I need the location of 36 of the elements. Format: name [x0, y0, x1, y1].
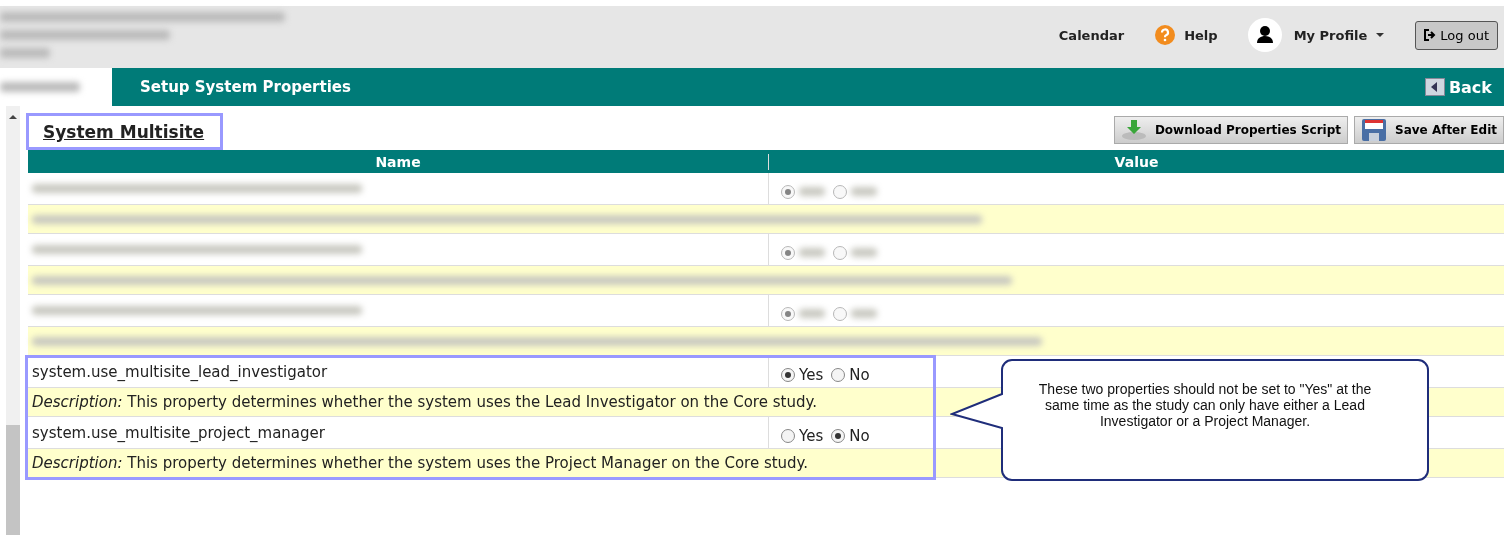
property-description: Description: This property determines whether the system uses the Lead Investigator on the Core study.: [32, 393, 817, 411]
help-icon[interactable]: [1154, 24, 1177, 46]
back-button[interactable]: Back: [1418, 76, 1498, 98]
help-link[interactable]: Help: [1184, 27, 1218, 43]
page-title: Setup System Properties: [140, 78, 352, 96]
property-name: system.use_multisite_project_manager: [32, 423, 325, 442]
save-button[interactable]: Save After Edit: [1354, 116, 1504, 144]
radio-option[interactable]: [833, 306, 877, 321]
radio-option[interactable]: [781, 245, 825, 260]
scroll-thumb[interactable]: [6, 425, 20, 535]
radio-option[interactable]: No: [831, 365, 870, 384]
scroll-up-icon[interactable]: [9, 114, 17, 120]
callout-text: These two properties should not be set to "Yes" at the same time as the study can only have either a Lead Investigator or a Project Manager.: [1037, 381, 1373, 429]
download-button[interactable]: Download Properties Script: [1113, 116, 1348, 144]
calendar-link[interactable]: Calendar: [1058, 27, 1125, 43]
download-icon: [1120, 119, 1147, 141]
section-title: System Multisite: [43, 122, 205, 142]
column-header: Value: [768, 153, 1504, 170]
radio-option[interactable]: Yes: [781, 365, 824, 384]
logout-icon: [1424, 29, 1437, 41]
logout-button[interactable]: Log out: [1415, 20, 1498, 50]
blurred-tab[interactable]: [0, 82, 80, 92]
profile-menu[interactable]: My Profile: [1293, 27, 1368, 43]
avatar-icon[interactable]: [1247, 18, 1282, 52]
property-name: system.use_multisite_lead_investigator: [32, 362, 328, 381]
radio-option[interactable]: [833, 184, 877, 199]
radio-option[interactable]: No: [831, 426, 870, 445]
property-description: Description: This property determines whether the system uses the Project Manager on the Core study.: [32, 454, 809, 472]
scrollbar[interactable]: [6, 106, 20, 535]
radio-option[interactable]: [781, 184, 825, 199]
column-header: Name: [374, 153, 422, 170]
blurred-text: [0, 48, 50, 58]
radio-option[interactable]: [781, 306, 825, 321]
caret-icon[interactable]: [1375, 32, 1386, 38]
radio-option[interactable]: [833, 245, 877, 260]
radio-option[interactable]: Yes: [781, 426, 824, 445]
